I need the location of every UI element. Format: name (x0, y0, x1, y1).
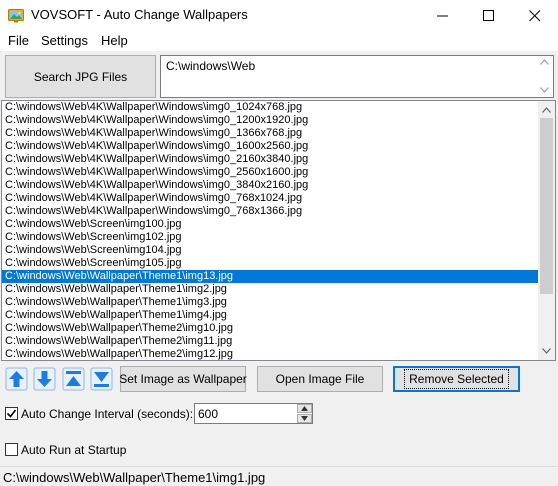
spin-down-icon (301, 416, 308, 421)
list-item[interactable]: C:\windows\Web\4K\Wallpaper\Windows\img0… (2, 153, 538, 166)
search-path-value: C:\windows\Web (166, 59, 256, 73)
list-item[interactable]: C:\windows\Web\Wallpaper\Theme2\img10.jp… (2, 322, 538, 335)
move-top-button[interactable] (62, 367, 85, 391)
scroll-down-icon (542, 348, 551, 354)
list-item[interactable]: C:\windows\Web\4K\Wallpaper\Windows\img0… (2, 166, 538, 179)
maximize-icon (483, 10, 494, 21)
list-item[interactable]: C:\windows\Web\Screen\img105.jpg (2, 257, 538, 270)
list-item[interactable]: C:\windows\Web\4K\Wallpaper\Windows\img0… (2, 101, 538, 114)
list-item[interactable]: C:\windows\Web\Wallpaper\Theme1\img3.jpg (2, 296, 538, 309)
list-item[interactable]: C:\windows\Web\Wallpaper\Theme1\img13.jp… (2, 270, 538, 283)
set-wallpaper-label: Set Image as Wallpaper (119, 372, 247, 386)
file-listbox[interactable]: C:\windows\Web\4K\Wallpaper\Windows\img0… (1, 100, 556, 361)
move-top-icon (62, 367, 85, 391)
open-image-file-label: Open Image File (275, 372, 365, 386)
window-title: VOVSOFT - Auto Change Wallpapers (31, 7, 248, 22)
move-bottom-icon (90, 367, 113, 391)
list-item[interactable]: C:\windows\Web\4K\Wallpaper\Windows\img0… (2, 192, 538, 205)
list-item[interactable]: C:\windows\Web\4K\Wallpaper\Windows\img0… (2, 140, 538, 153)
move-bottom-button[interactable] (90, 367, 113, 391)
scroll-down-icon[interactable] (540, 87, 549, 93)
move-down-button[interactable] (33, 367, 56, 391)
move-down-icon (33, 367, 56, 391)
scrollbar-thumb[interactable] (540, 118, 553, 294)
open-image-file-button[interactable]: Open Image File (257, 366, 383, 392)
scroll-up-icon (542, 107, 551, 113)
list-item[interactable]: C:\windows\Web\Wallpaper\Theme1\img2.jpg (2, 283, 538, 296)
list-scroll-up[interactable] (538, 101, 555, 118)
search-jpg-files-button[interactable]: Search JPG Files (5, 55, 156, 98)
auto-run-label: Auto Run at Startup (21, 443, 127, 457)
list-item[interactable]: C:\windows\Web\Screen\img102.jpg (2, 231, 538, 244)
search-path-textarea[interactable]: C:\windows\Web (160, 55, 554, 98)
auto-run-checkbox[interactable] (5, 443, 18, 456)
menu-bar: File Settings Help (0, 31, 558, 51)
move-up-icon (5, 367, 28, 391)
status-text: C:\windows\Web\Wallpaper\Theme1\img1.jpg (3, 470, 266, 485)
list-item[interactable]: C:\windows\Web\Wallpaper\Theme2\img12.jp… (2, 348, 538, 360)
status-bar: C:\windows\Web\Wallpaper\Theme1\img1.jpg (0, 466, 558, 486)
title-bar: VOVSOFT - Auto Change Wallpapers (0, 0, 558, 31)
list-scroll-down[interactable] (538, 343, 555, 360)
auto-change-checkbox[interactable] (5, 407, 18, 420)
menu-help[interactable]: Help (101, 33, 128, 48)
checkmark-icon (6, 409, 17, 418)
search-jpg-files-label: Search JPG Files (33, 69, 128, 84)
interval-value: 600 (198, 407, 219, 421)
list-item[interactable]: C:\windows\Web\4K\Wallpaper\Windows\img0… (2, 205, 538, 218)
menu-settings[interactable]: Settings (41, 33, 88, 48)
spin-down-button[interactable] (297, 414, 312, 423)
file-list: C:\windows\Web\4K\Wallpaper\Windows\img0… (2, 101, 538, 360)
scroll-up-icon[interactable] (540, 59, 549, 65)
spin-up-icon (301, 406, 308, 411)
auto-change-label: Auto Change Interval (seconds): (21, 407, 194, 421)
remove-selected-label: Remove Selected (404, 369, 509, 389)
close-icon (529, 10, 541, 22)
spin-up-button[interactable] (297, 404, 312, 413)
maximize-button[interactable] (466, 0, 512, 31)
minimize-icon (437, 15, 448, 17)
list-item[interactable]: C:\windows\Web\Wallpaper\Theme2\img11.jp… (2, 335, 538, 348)
list-item[interactable]: C:\windows\Web\Wallpaper\Theme1\img4.jpg (2, 309, 538, 322)
list-item[interactable]: C:\windows\Web\4K\Wallpaper\Windows\img0… (2, 114, 538, 127)
remove-selected-button[interactable]: Remove Selected (393, 366, 520, 392)
menu-file[interactable]: File (8, 33, 29, 48)
list-scrollbar[interactable] (538, 101, 555, 360)
set-wallpaper-button[interactable]: Set Image as Wallpaper (119, 366, 247, 392)
interval-spin-buttons (297, 404, 312, 423)
monitor-picture-icon (8, 9, 24, 23)
minimize-button[interactable] (420, 0, 466, 31)
list-item[interactable]: C:\windows\Web\Screen\img104.jpg (2, 244, 538, 257)
move-up-button[interactable] (5, 367, 28, 391)
path-scrollbar[interactable] (536, 56, 553, 97)
list-item[interactable]: C:\windows\Web\4K\Wallpaper\Windows\img0… (2, 179, 538, 192)
list-item[interactable]: C:\windows\Web\4K\Wallpaper\Windows\img0… (2, 127, 538, 140)
list-item[interactable]: C:\windows\Web\Screen\img100.jpg (2, 218, 538, 231)
interval-spinbox[interactable]: 600 (194, 403, 313, 424)
close-button[interactable] (512, 0, 558, 31)
